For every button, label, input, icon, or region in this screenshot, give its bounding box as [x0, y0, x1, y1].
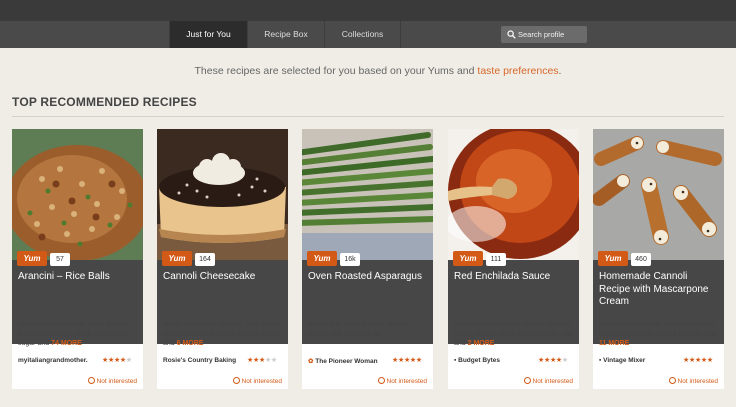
recipe-ingredients: sweet italian sausage, fresh parsley, it…	[18, 320, 140, 349]
recipe-title[interactable]: Oven Roasted Asparagus	[308, 271, 430, 284]
recipe-ingredients: confectioners sugar, all-purpose flour, …	[599, 320, 721, 349]
recipe-title[interactable]: Cannoli Cheesecake	[163, 271, 285, 284]
rating-stars: ★★★★★	[538, 357, 568, 364]
ban-icon	[87, 377, 95, 384]
recipe-photo[interactable]	[157, 129, 288, 260]
yum-count: 16k	[340, 253, 360, 266]
recipe-source[interactable]: myitaliangrandmother...	[18, 357, 88, 364]
rating-stars: ★★★★★	[247, 357, 277, 364]
ingredients-text: confectioners sugar, all-purpose flour, …	[599, 321, 716, 338]
yum-button[interactable]: Yum	[453, 251, 483, 266]
recipe-title[interactable]: Homemade Cannoli Recipe with Mascarpone …	[599, 271, 721, 309]
not-interested-label: Not interested	[241, 378, 282, 385]
recipe-ingredients: whole milk ricotta cheese, pure vanilla …	[163, 320, 285, 349]
recipe-ingredients: chili powder, cayenne pepper, tomato pas…	[454, 320, 576, 349]
tab-recipe-box[interactable]: Recipe Box	[247, 21, 324, 48]
yum-button[interactable]: Yum	[162, 251, 192, 266]
recipe-card[interactable]: Yum 16k Oven Roasted Asparagus asparagus…	[302, 129, 433, 389]
recipe-card[interactable]: Yum 111 Red Enchilada Sauce chili powder…	[448, 129, 579, 389]
yum-button[interactable]: Yum	[307, 251, 337, 266]
ban-icon	[523, 377, 531, 384]
ban-icon	[232, 377, 240, 384]
yum-count: 460	[631, 253, 651, 266]
yum-button[interactable]: Yum	[598, 251, 628, 266]
intro-period: .	[558, 65, 562, 77]
search-profile-input[interactable]: Search profile	[501, 26, 587, 43]
recipe-title[interactable]: Arancini – Rice Balls	[18, 271, 140, 284]
recipe-ingredients: asparagus, ground black pepper, kosher s…	[308, 320, 430, 339]
tab-just-for-you[interactable]: Just for You	[169, 21, 247, 48]
more-ingredients-link[interactable]: 11 MORE	[599, 340, 629, 347]
recipe-card[interactable]: Yum 164 Cannoli Cheesecake whole milk ri…	[157, 129, 288, 389]
more-ingredients-link[interactable]: 2 MORE	[468, 340, 495, 347]
not-interested-label: Not interested	[96, 378, 137, 385]
not-interested-label: Not interested	[677, 378, 718, 385]
recipe-photo[interactable]	[302, 129, 433, 260]
profile-nav: Just for You Recipe Box Collections Sear…	[0, 21, 736, 48]
recipe-source[interactable]: ▪ Budget Bytes	[454, 357, 524, 364]
source-name: Vintage Mixer	[603, 357, 646, 364]
rating-stars: ★★★★★	[392, 357, 422, 364]
not-interested-label: Not interested	[532, 378, 573, 385]
search-icon	[507, 30, 516, 39]
recipe-card[interactable]: Yum 57 Arancini – Rice Balls sweet itali…	[12, 129, 143, 389]
not-interested-button[interactable]: Not interested	[87, 376, 137, 385]
yum-count: 164	[195, 253, 215, 266]
intro-text: These recipes are selected for you based…	[0, 65, 736, 77]
yum-button[interactable]: Yum	[17, 251, 47, 266]
yum-count: 111	[486, 253, 506, 266]
section-title: TOP RECOMMENDED RECIPES	[12, 95, 197, 109]
tab-collections[interactable]: Collections	[324, 21, 401, 48]
recipe-photo[interactable]	[448, 129, 579, 260]
search-placeholder: Search profile	[518, 30, 565, 39]
recipe-photo[interactable]	[12, 129, 143, 260]
section-divider	[12, 116, 724, 117]
rating-stars: ★★★★★	[102, 357, 132, 364]
recipe-title[interactable]: Red Enchilada Sauce	[454, 271, 576, 284]
top-bar	[0, 0, 736, 21]
not-interested-button[interactable]: Not interested	[523, 376, 573, 385]
not-interested-label: Not interested	[386, 378, 427, 385]
source-name: Budget Bytes	[458, 357, 501, 364]
rating-stars: ★★★★★	[683, 357, 713, 364]
yum-count: 57	[50, 253, 70, 266]
intro-sentence: These recipes are selected for you based…	[194, 65, 478, 77]
not-interested-button[interactable]: Not interested	[232, 376, 282, 385]
source-name: The Pioneer Woman	[315, 358, 378, 365]
ban-icon	[377, 377, 385, 384]
ingredients-text: asparagus, ground black pepper, kosher s…	[308, 321, 410, 338]
recipe-photo[interactable]	[593, 129, 724, 260]
recipe-source[interactable]: Rosie's Country Baking	[163, 357, 243, 364]
not-interested-button[interactable]: Not interested	[377, 376, 427, 385]
ban-icon	[668, 377, 676, 384]
more-ingredients-link[interactable]: 6 MORE	[177, 340, 204, 347]
recipe-source[interactable]: ▪ Vintage Mixer	[599, 357, 669, 364]
not-interested-button[interactable]: Not interested	[668, 376, 718, 385]
recipe-card[interactable]: Yum 460 Homemade Cannoli Recipe with Mas…	[593, 129, 724, 389]
recipe-source[interactable]: ✿ The Pioneer Woman	[308, 357, 390, 365]
taste-preferences-link[interactable]: taste preferences	[477, 65, 558, 77]
more-ingredients-link[interactable]: 74 MORE	[51, 340, 82, 347]
